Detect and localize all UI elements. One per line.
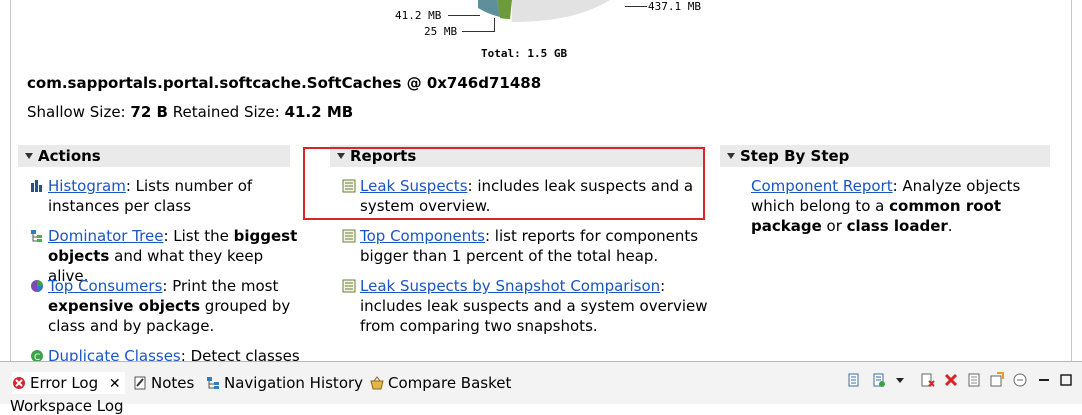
tab-notes[interactable]: Notes: [133, 372, 194, 394]
tab-navigation-history[interactable]: Navigation History: [206, 372, 363, 394]
label-line-25mb-h: [462, 31, 494, 32]
object-title: com.sapportals.portal.softcache.SoftCach…: [27, 74, 542, 92]
leak-suspects-comparison-link[interactable]: Leak Suspects by Snapshot Comparison: [360, 277, 660, 295]
collapse-triangle-icon[interactable]: [25, 153, 33, 159]
highlight-box: [303, 147, 705, 220]
label-line-437mb: [625, 6, 647, 7]
dominator-tree-icon: [31, 230, 42, 242]
pie-label-25mb: 25 MB: [424, 25, 458, 38]
open-log-icon[interactable]: [966, 372, 982, 388]
top-components-link[interactable]: Top Components: [360, 227, 485, 245]
error-log-icon: [13, 377, 25, 389]
right-scrollbar-edge[interactable]: [1071, 0, 1072, 362]
report-icon: [342, 229, 356, 243]
component-report-link[interactable]: Component Report: [751, 177, 893, 195]
heap-pie-chart: [478, 0, 625, 22]
retained-size-label: Retained Size:: [172, 103, 280, 121]
action-histogram: Histogram: Lists number of instances per…: [31, 176, 298, 216]
minimize-icon[interactable]: [1036, 372, 1052, 388]
shallow-size-value: 72 B: [130, 103, 168, 121]
step-component-report: Component Report: Analyze objects which …: [751, 177, 1021, 235]
maximize-icon[interactable]: [1058, 372, 1074, 388]
workspace-log-label: Workspace Log: [10, 397, 124, 415]
dominator-tree-link[interactable]: Dominator Tree: [48, 227, 163, 245]
pie-label-437mb: 437.1 MB: [648, 0, 701, 13]
tab-error-log[interactable]: Error Log ✕: [12, 372, 125, 394]
collapse-triangle-icon[interactable]: [727, 153, 735, 159]
dropdown-arrow-icon[interactable]: [892, 372, 908, 388]
action-top-consumers: Top Consumers: Print the most expensive …: [31, 276, 308, 336]
delete-log-icon[interactable]: [943, 372, 959, 388]
pie-total: Total: 1.5 GB: [481, 47, 568, 60]
notes-icon: [134, 376, 146, 390]
clear-log-icon[interactable]: [920, 372, 936, 388]
top-consumers-icon: [31, 280, 43, 292]
compare-basket-icon: [370, 376, 384, 390]
tab-compare-basket[interactable]: Compare Basket: [370, 372, 511, 394]
pie-slice-large: [512, 0, 610, 22]
restore-log-icon[interactable]: [989, 372, 1005, 388]
export-log-icon[interactable]: [846, 372, 862, 388]
pie-label-41mb: 41.2 MB: [395, 9, 442, 22]
label-line-25mb-v: [494, 18, 495, 32]
top-consumers-link[interactable]: Top Consumers: [48, 277, 162, 295]
label-line-41mb: [448, 15, 480, 16]
pie-slice-teal: [478, 0, 500, 17]
import-log-icon[interactable]: [871, 372, 887, 388]
pie-slice-white: [610, 0, 625, 3]
histogram-link[interactable]: Histogram: [48, 177, 126, 195]
step-by-step-section-header[interactable]: Step By Step: [720, 145, 1050, 167]
close-icon[interactable]: ✕: [109, 376, 121, 392]
navigation-history-icon: [207, 377, 219, 389]
retained-size-value: 41.2 MB: [284, 103, 354, 121]
actions-section-header[interactable]: Actions: [18, 145, 290, 167]
report-leak-suspects-comparison: Leak Suspects by Snapshot Comparison: in…: [342, 276, 720, 336]
report-icon: [342, 279, 356, 293]
left-border: [10, 0, 11, 362]
shallow-size-label: Shallow Size:: [27, 103, 126, 121]
histogram-icon: [31, 180, 42, 192]
object-sizes: Shallow Size: 72 B Retained Size: 41.2 M…: [27, 103, 353, 121]
report-top-components: Top Components: list reports for compone…: [342, 226, 720, 266]
filter-icon[interactable]: [1012, 372, 1028, 388]
